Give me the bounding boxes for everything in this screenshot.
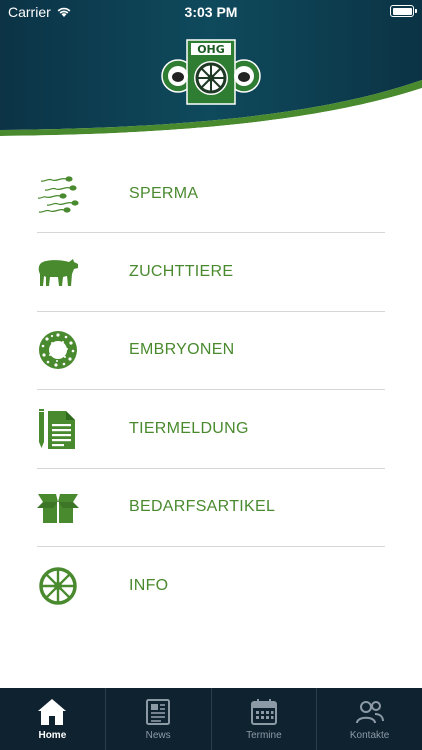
sperm-icon — [37, 173, 79, 215]
header: Carrier 3:03 PM OHG — [0, 0, 422, 140]
svg-text:OHG: OHG — [197, 43, 225, 56]
tab-label: Kontakte — [349, 730, 390, 741]
ohg-logo: OHG — [161, 39, 261, 105]
main-menu: SPERMA ZUCHTTIERE EMBRYONEN TIERMELDUNG … — [37, 155, 385, 625]
menu-item-sperma[interactable]: SPERMA — [37, 155, 385, 234]
contacts-icon — [355, 701, 384, 724]
document-icon — [37, 408, 79, 450]
box-icon — [37, 486, 79, 528]
menu-item-label: INFO — [129, 577, 169, 595]
menu-item-label: BEDARFSARTIKEL — [129, 498, 276, 516]
menu-item-tiermeldung[interactable]: TIERMELDUNG — [37, 390, 385, 469]
menu-item-embryonen[interactable]: EMBRYONEN — [37, 312, 385, 391]
tab-label: News — [145, 730, 171, 741]
menu-item-bedarfsartikel[interactable]: BEDARFSARTIKEL — [37, 469, 385, 547]
calendar-icon — [250, 699, 277, 725]
tab-home[interactable]: Home — [0, 688, 106, 750]
newspaper-icon — [146, 699, 171, 725]
tab-label: Home — [38, 730, 67, 741]
wheel-icon — [37, 565, 79, 607]
tab-bar: Home News Termine Kontakte — [0, 688, 422, 750]
tab-news[interactable]: News — [106, 688, 212, 750]
tab-termine[interactable]: Termine — [212, 688, 318, 750]
menu-item-label: SPERMA — [129, 184, 199, 202]
cow-icon — [37, 251, 79, 293]
home-icon — [38, 699, 67, 725]
embryo-icon — [37, 329, 79, 371]
menu-item-info[interactable]: INFO — [37, 547, 385, 625]
battery-icon — [390, 5, 417, 17]
menu-item-label: EMBRYONEN — [129, 341, 235, 359]
menu-item-zuchttiere[interactable]: ZUCHTTIERE — [37, 233, 385, 312]
tab-kontakte[interactable]: Kontakte — [317, 688, 422, 750]
menu-item-label: TIERMELDUNG — [129, 419, 249, 437]
status-bar: Carrier 3:03 PM — [0, 0, 422, 24]
menu-item-label: ZUCHTTIERE — [129, 263, 234, 281]
tab-label: Termine — [246, 730, 282, 741]
status-time: 3:03 PM — [184, 4, 238, 20]
